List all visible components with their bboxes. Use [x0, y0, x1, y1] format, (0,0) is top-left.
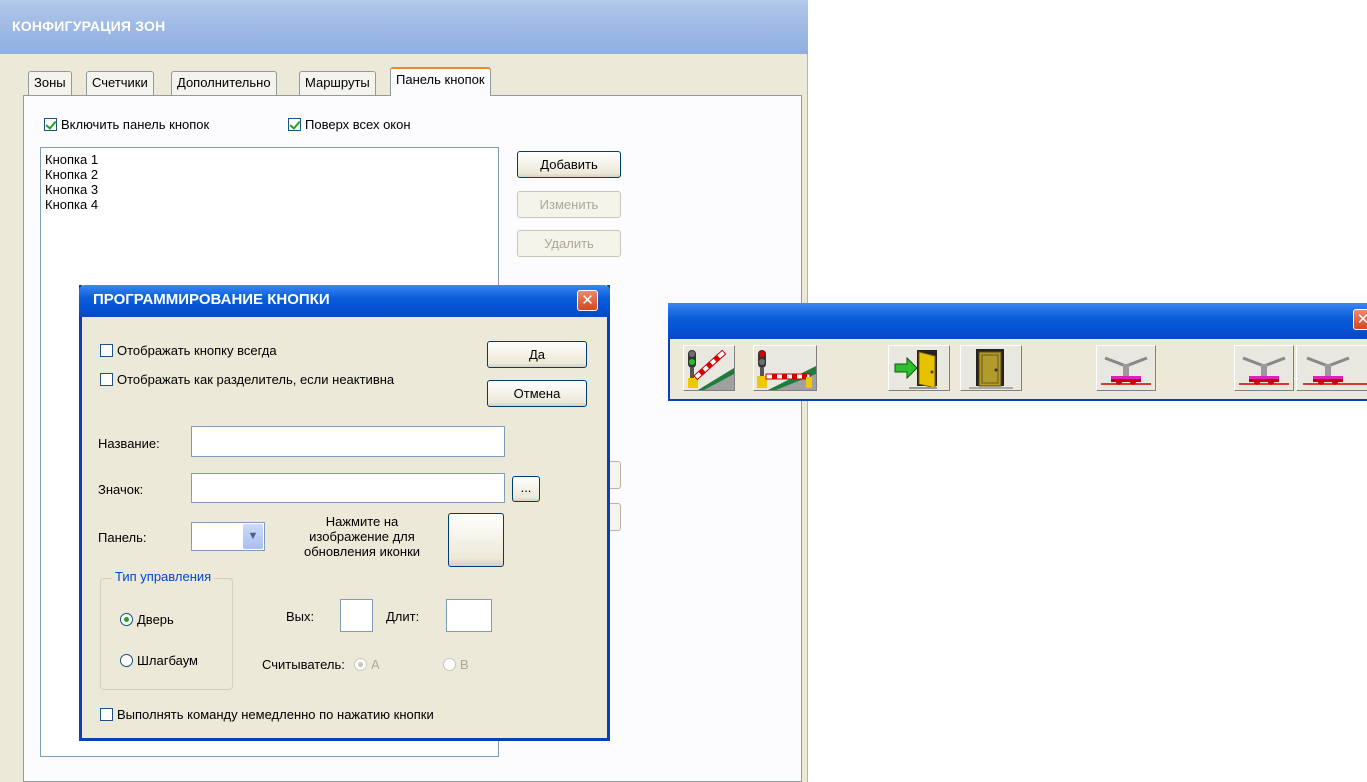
reader-option-b[interactable]: B: [443, 657, 469, 672]
tab-counters[interactable]: Счетчики: [86, 71, 154, 95]
enable-panel-label: Включить панель кнопок: [61, 117, 210, 132]
partially-hidden-button[interactable]: [609, 503, 621, 531]
output-input[interactable]: [340, 599, 373, 632]
reader-a-label: A: [371, 657, 380, 672]
on-top-checkbox[interactable]: Поверх всех окон: [288, 117, 411, 132]
on-top-label: Поверх всех окон: [305, 117, 411, 132]
panel-label: Панель:: [98, 530, 147, 545]
execute-now-label: Выполнять команду немедленно по нажатию …: [117, 707, 434, 722]
radio-barrier[interactable]: Шлагбаум: [120, 653, 198, 668]
enable-panel-checkbox[interactable]: Включить панель кнопок: [44, 117, 209, 132]
reader-label: Считыватель:: [262, 657, 345, 672]
icon-label: Значок:: [98, 482, 144, 497]
reader-option-a[interactable]: A: [354, 657, 380, 672]
ok-button[interactable]: Да: [487, 341, 587, 368]
duration-label: Длит:: [386, 609, 420, 624]
duration-input[interactable]: [446, 599, 492, 632]
close-icon[interactable]: ✕: [1353, 309, 1367, 330]
browse-button[interactable]: ...: [512, 476, 540, 502]
add-button[interactable]: Добавить: [517, 151, 621, 178]
icon-hint-text: Нажмите на изображение для обновления ик…: [303, 514, 421, 559]
radio-barrier-label: Шлагбаум: [137, 653, 198, 668]
delete-button[interactable]: Удалить: [517, 230, 621, 257]
partially-hidden-button[interactable]: [609, 461, 621, 489]
radio-disabled-selected-icon[interactable]: [354, 658, 367, 671]
show-always-label: Отображать кнопку всегда: [117, 343, 277, 358]
zone-config-title: КОНФИГУРАЦИЯ ЗОН: [12, 18, 166, 34]
list-item[interactable]: Кнопка 2: [45, 167, 494, 182]
checkbox-checked-icon[interactable]: [44, 118, 57, 131]
panel-select[interactable]: ▼: [191, 522, 265, 551]
show-always-checkbox[interactable]: Отображать кнопку всегда: [100, 343, 277, 358]
icon-preview-button[interactable]: [448, 513, 504, 567]
tab-routes[interactable]: Маршруты: [299, 71, 376, 95]
tab-zones[interactable]: Зоны: [28, 71, 72, 95]
checkbox-unchecked-icon[interactable]: [100, 373, 113, 386]
door-enter-icon[interactable]: [888, 345, 950, 391]
checkbox-unchecked-icon[interactable]: [100, 708, 113, 721]
radio-disabled-icon[interactable]: [443, 658, 456, 671]
output-label: Вых:: [286, 609, 315, 624]
chevron-down-icon[interactable]: ▼: [243, 524, 263, 549]
close-icon[interactable]: ✕: [577, 290, 598, 311]
show-separator-checkbox[interactable]: Отображать как разделитель, если неактив…: [100, 372, 394, 387]
turnstile-icon[interactable]: [1234, 345, 1294, 391]
traffic-light-barrier-open-icon[interactable]: [683, 345, 735, 391]
cancel-button[interactable]: Отмена: [487, 380, 587, 407]
icon-path-input[interactable]: [191, 473, 505, 503]
checkbox-unchecked-icon[interactable]: [100, 344, 113, 357]
tab-button-panel[interactable]: Панель кнопок: [390, 67, 491, 96]
list-item[interactable]: Кнопка 3: [45, 182, 494, 197]
dialog-title: ПРОГРАММИРОВАНИЕ КНОПКИ: [93, 291, 330, 308]
list-item[interactable]: Кнопка 4: [45, 197, 494, 212]
edit-button[interactable]: Изменить: [517, 191, 621, 218]
radio-unselected-icon[interactable]: [120, 654, 133, 667]
door-closed-icon[interactable]: [960, 345, 1022, 391]
radio-door[interactable]: Дверь: [120, 612, 174, 627]
execute-now-checkbox[interactable]: Выполнять команду немедленно по нажатию …: [100, 707, 434, 722]
checkbox-checked-icon[interactable]: [288, 118, 301, 131]
tab-additional[interactable]: Дополнительно: [171, 71, 277, 95]
radio-selected-icon[interactable]: [120, 613, 133, 626]
show-separator-label: Отображать как разделитель, если неактив…: [117, 372, 395, 387]
button-panel-titlebar[interactable]: [668, 303, 1367, 339]
radio-door-label: Дверь: [137, 612, 174, 627]
turnstile-icon[interactable]: [1096, 345, 1156, 391]
control-type-group: [100, 578, 233, 690]
control-type-legend: Тип управления: [112, 569, 215, 584]
turnstile-icon[interactable]: [1296, 345, 1367, 391]
reader-b-label: B: [460, 657, 469, 672]
name-input[interactable]: [191, 426, 505, 457]
list-item[interactable]: Кнопка 1: [45, 152, 494, 167]
traffic-light-barrier-closed-icon[interactable]: [753, 345, 817, 391]
name-label: Название:: [98, 436, 160, 451]
